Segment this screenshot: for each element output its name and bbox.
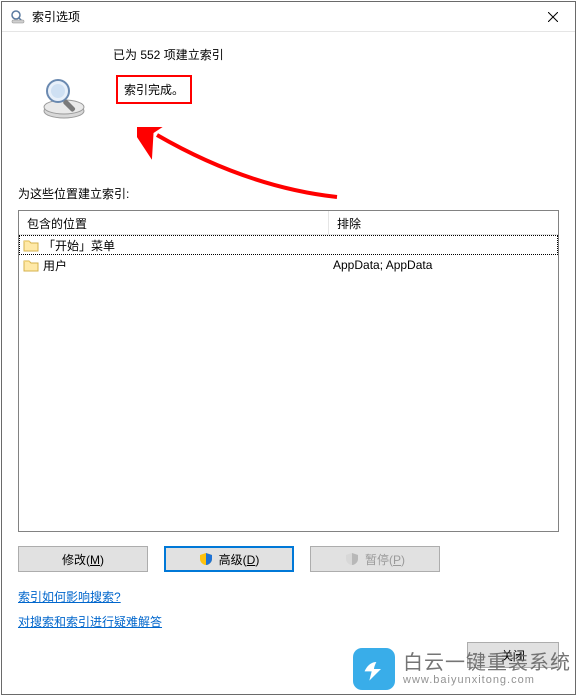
close-button[interactable]: 关闭 <box>467 642 559 668</box>
app-icon <box>10 9 26 25</box>
button-label: 高级(D) <box>219 551 260 568</box>
button-label: 暂停(P) <box>365 551 405 568</box>
help-links: 索引如何影响搜索? 对搜索和索引进行疑难解答 <box>18 588 559 638</box>
button-label: 修改(M) <box>62 551 104 568</box>
indexed-locations-list[interactable]: 包含的位置 排除 「开始」菜单 <box>18 210 559 532</box>
folder-icon <box>23 238 39 252</box>
folder-icon <box>23 258 39 272</box>
list-item-name: 「开始」菜单 <box>43 237 115 254</box>
button-row: 修改(M) 高级(D) 暂停(P) <box>18 546 559 572</box>
close-window-button[interactable] <box>530 2 575 31</box>
dialog-content: 已为 552 项建立索引 索引完成。 <box>2 32 575 694</box>
list-body: 「开始」菜单 用户 AppData; AppData <box>19 235 558 531</box>
index-complete-highlight: 索引完成。 <box>116 75 192 104</box>
modify-button[interactable]: 修改(M) <box>18 546 148 572</box>
link-troubleshoot-search[interactable]: 对搜索和索引进行疑难解答 <box>18 613 162 630</box>
link-how-indexing-affects-search[interactable]: 索引如何影响搜索? <box>18 588 121 605</box>
indexing-icon <box>40 73 88 121</box>
index-complete-text: 索引完成。 <box>124 83 184 97</box>
list-item-name: 用户 <box>43 257 67 274</box>
list-header: 包含的位置 排除 <box>19 211 558 235</box>
locations-label: 为这些位置建立索引: <box>18 185 559 202</box>
uac-shield-icon <box>345 552 359 566</box>
column-header-included[interactable]: 包含的位置 <box>19 211 329 235</box>
titlebar: 索引选项 <box>2 2 575 32</box>
indexed-count-text: 已为 552 项建立索引 <box>113 46 559 63</box>
column-header-excluded[interactable]: 排除 <box>329 211 558 235</box>
annotation-arrow <box>137 127 357 217</box>
advanced-button[interactable]: 高级(D) <box>164 546 294 572</box>
uac-shield-icon <box>199 552 213 566</box>
status-row: 索引完成。 <box>18 73 559 121</box>
list-item[interactable]: 用户 AppData; AppData <box>19 255 558 275</box>
list-item[interactable]: 「开始」菜单 <box>19 235 558 255</box>
window-title: 索引选项 <box>32 8 80 25</box>
indexing-options-window: 索引选项 已为 552 项建立索引 索引完成。 <box>1 1 576 695</box>
list-item-excluded: AppData; AppData <box>329 258 558 272</box>
pause-button[interactable]: 暂停(P) <box>310 546 440 572</box>
footer-row: 关闭 <box>18 642 559 668</box>
